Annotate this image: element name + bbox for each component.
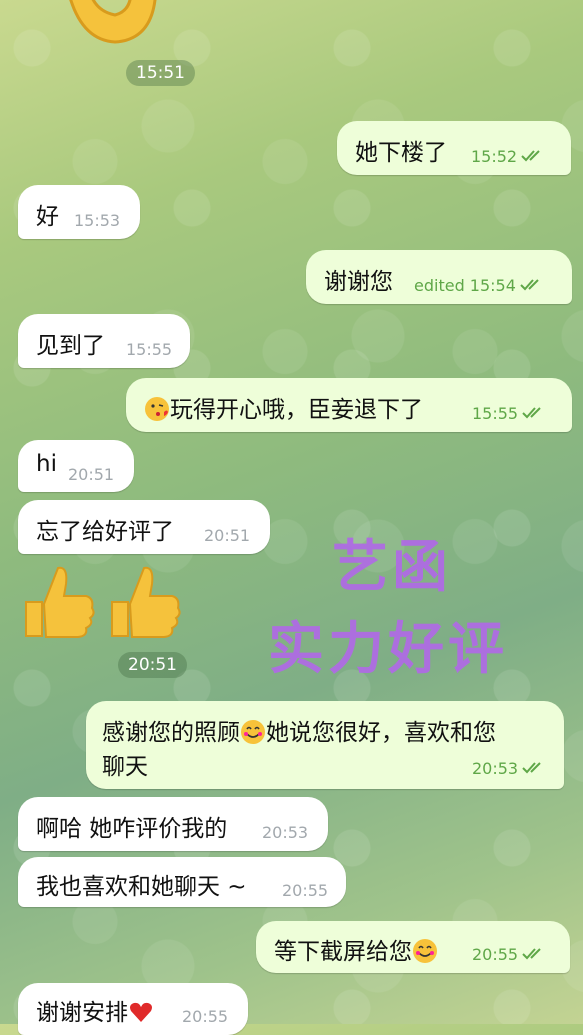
smile-emoji-icon xyxy=(241,720,265,744)
message-text: 好 xyxy=(36,204,59,230)
message-time: 20:51 xyxy=(68,465,115,484)
message-text: hi xyxy=(36,451,57,477)
thumbs-up-icon xyxy=(25,566,181,638)
ok-hand-sticker[interactable] xyxy=(60,0,160,60)
message-text: 我也喜欢和她聊天 ~ xyxy=(36,874,247,900)
message-incoming[interactable]: hi 20:51 xyxy=(18,440,134,492)
message-text: 等下截屏给您 xyxy=(274,932,438,966)
message-time: 20:55 xyxy=(182,1007,229,1026)
heart-emoji-icon xyxy=(130,1002,152,1022)
message-text: 感谢您的照顾 她说您很好，喜欢和您 xyxy=(102,720,496,746)
message-text: 忘了给好评了 xyxy=(36,519,174,545)
double-check-icon xyxy=(522,407,541,419)
message-outgoing[interactable]: 玩得开心哦，臣妾退下了 15:55 xyxy=(126,378,572,432)
message-time: 15:55 xyxy=(472,404,548,423)
watermark-line2: 实力好评 xyxy=(268,617,508,682)
smile-emoji-icon xyxy=(413,939,437,963)
message-text-line2: 聊天 xyxy=(102,754,148,780)
message-incoming[interactable]: 好 15:53 xyxy=(18,185,140,239)
watermark-line1: 艺函 xyxy=(332,535,452,600)
message-time: 20:55 xyxy=(282,881,329,900)
message-time: 20:53 xyxy=(262,823,309,842)
message-incoming[interactable]: 见到了 15:55 xyxy=(18,314,190,368)
message-outgoing[interactable]: 她下楼了 15:52 xyxy=(337,121,571,175)
message-incoming[interactable]: 谢谢安排 20:55 xyxy=(18,983,248,1035)
thumbs-up-sticker[interactable] xyxy=(20,562,190,642)
sticker-time: 20:51 xyxy=(118,652,187,678)
message-time: 20:53 xyxy=(472,759,548,778)
message-time: 20:51 xyxy=(204,526,251,545)
message-text: 见到了 xyxy=(36,333,105,359)
message-text: 谢谢安排 xyxy=(36,993,154,1027)
message-incoming[interactable]: 我也喜欢和她聊天 ~ 20:55 xyxy=(18,857,346,907)
double-check-icon xyxy=(522,948,541,960)
kiss-emoji-icon xyxy=(145,397,169,421)
double-check-icon xyxy=(520,279,539,291)
message-text: 啊哈 她咋评价我的 xyxy=(36,816,228,842)
message-time: 20:55 xyxy=(472,945,548,964)
ok-hand-icon xyxy=(69,0,157,44)
message-outgoing[interactable]: 感谢您的照顾 她说您很好，喜欢和您 聊天 20:53 xyxy=(86,701,564,789)
message-time: edited 15:54 xyxy=(414,276,546,295)
message-time: 15:52 xyxy=(471,147,547,166)
message-incoming[interactable]: 忘了给好评了 20:51 xyxy=(18,500,270,554)
message-time: 15:53 xyxy=(74,211,121,230)
double-check-icon xyxy=(522,762,541,774)
message-outgoing[interactable]: 等下截屏给您 20:55 xyxy=(256,921,570,973)
message-incoming[interactable]: 啊哈 她咋评价我的 20:53 xyxy=(18,797,328,851)
message-outgoing[interactable]: 谢谢您 edited 15:54 xyxy=(306,250,572,304)
double-check-icon xyxy=(521,150,540,162)
message-text: 谢谢您 xyxy=(324,269,393,295)
sticker-time: 15:51 xyxy=(126,60,195,86)
message-time: 15:55 xyxy=(126,340,173,359)
message-text: 她下楼了 xyxy=(355,140,447,166)
message-text: 玩得开心哦，臣妾退下了 xyxy=(144,390,423,424)
